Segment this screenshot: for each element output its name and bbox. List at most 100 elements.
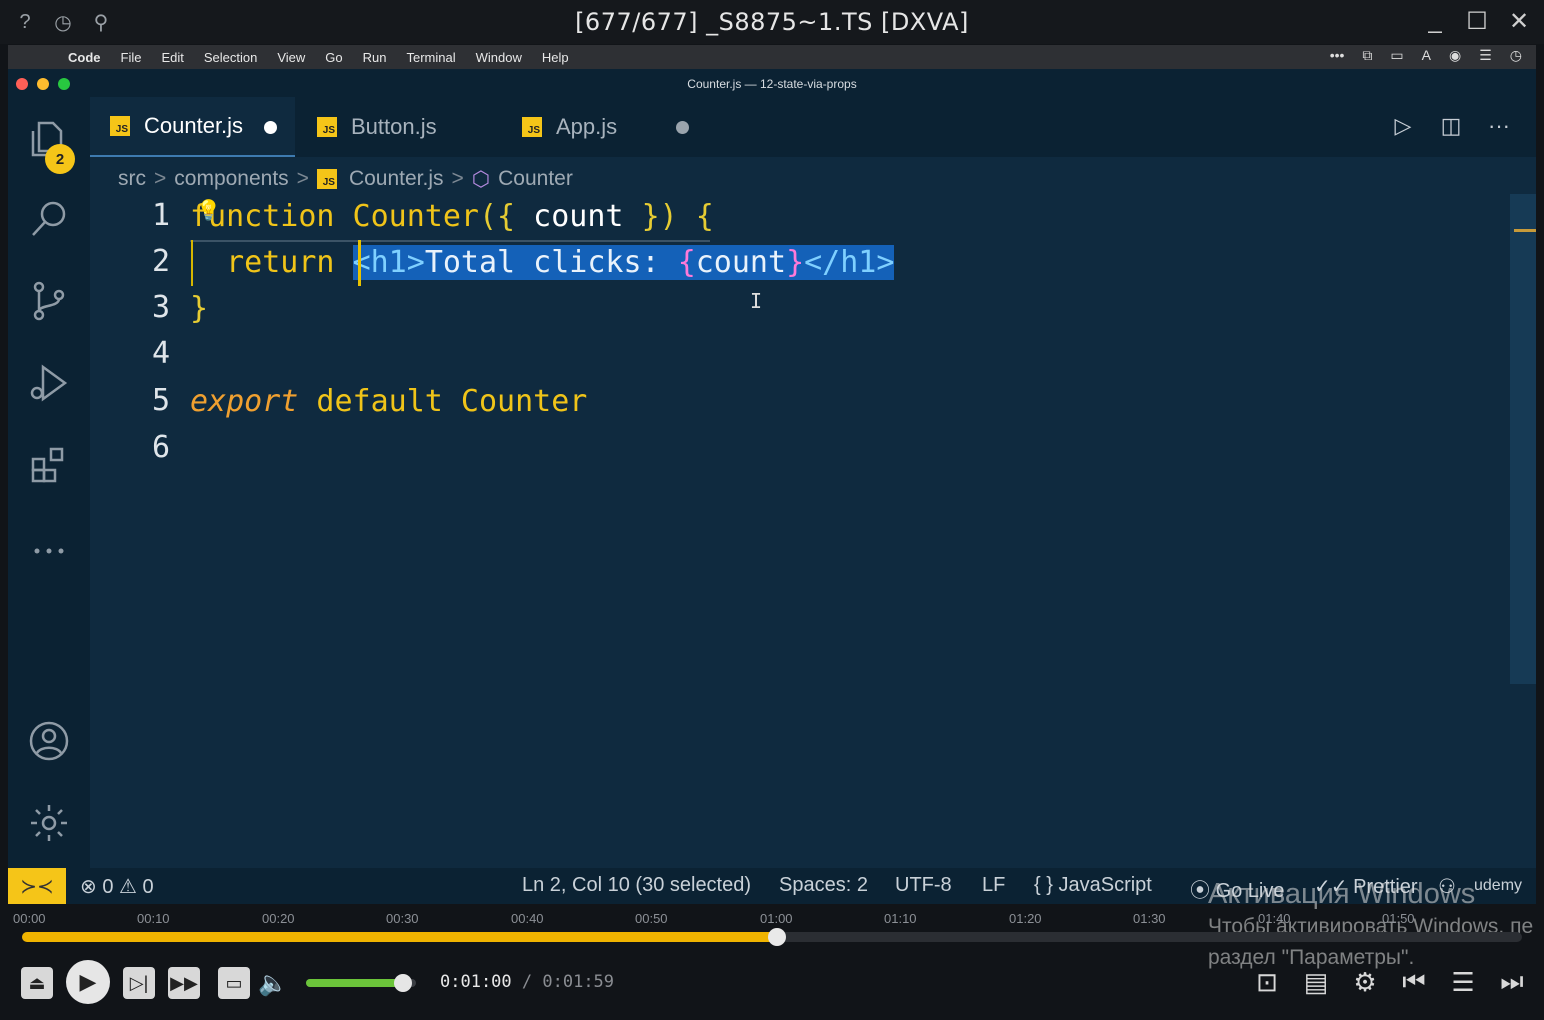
settings-icon[interactable]: ⚙ xyxy=(1347,962,1383,1002)
language-label: JavaScript xyxy=(1058,874,1152,896)
token-keyword: export xyxy=(190,384,299,419)
menu-selection[interactable]: Selection xyxy=(194,50,267,65)
seek-handle[interactable] xyxy=(767,928,786,946)
breadcrumb-file[interactable]: Counter.js xyxy=(349,167,444,191)
run-debug-icon[interactable] xyxy=(25,359,73,407)
token-param: count xyxy=(515,199,642,234)
volume-icon[interactable]: 🔈 xyxy=(257,967,289,999)
indent-setting[interactable]: Spaces: 2 xyxy=(779,874,868,897)
timeline-label: 00:40 xyxy=(511,911,544,926)
run-file-icon[interactable]: ▷ xyxy=(1390,111,1416,141)
user-icon[interactable]: ◉ xyxy=(1449,47,1461,64)
code-line-1: function Counter({ count }) { xyxy=(190,194,714,240)
window-controls: _ ☐ ✕ xyxy=(1422,6,1532,36)
control-center-icon[interactable]: ☰ xyxy=(1479,47,1492,64)
close-icon[interactable]: ✕ xyxy=(1506,6,1532,36)
line-number: 2 xyxy=(151,244,170,279)
search-icon[interactable] xyxy=(25,195,73,243)
breadcrumb-symbol[interactable]: Counter xyxy=(498,167,573,191)
split-editor-icon[interactable]: ◫ xyxy=(1438,111,1464,141)
lightbulb-icon[interactable]: 💡 xyxy=(196,198,221,223)
eol-setting[interactable]: LF xyxy=(982,874,1005,897)
window-title: Counter.js — 12-state-via-props xyxy=(687,77,857,91)
remote-indicator-icon[interactable]: ≻≺ xyxy=(8,868,66,904)
accounts-icon[interactable] xyxy=(25,717,73,765)
tab-label: Button.js xyxy=(351,114,437,139)
subtitles-icon[interactable]: ▭ xyxy=(218,967,250,999)
token-tag: </h1> xyxy=(804,245,895,280)
eject-icon[interactable]: ⏏ xyxy=(21,967,53,999)
frame-step-icon[interactable]: ▷| xyxy=(123,967,155,999)
cursor-position[interactable]: Ln 2, Col 10 (30 selected) xyxy=(522,874,751,897)
tab-app-js[interactable]: JS App.js xyxy=(500,97,705,157)
code-editor[interactable]: function Counter({ count }) { 💡 return <… xyxy=(190,194,1510,868)
activity-bar: 2 xyxy=(8,97,90,868)
battery-icon[interactable]: ▭ xyxy=(1390,47,1403,64)
volume-handle[interactable] xyxy=(393,974,412,992)
encoding-setting[interactable]: UTF-8 xyxy=(895,874,952,897)
code-line-2: return <h1>Total clicks: {count}</h1> xyxy=(190,240,895,286)
screen-record-icon[interactable]: ⧉ xyxy=(1362,47,1372,64)
tab-button-js[interactable]: JS Button.js xyxy=(295,97,500,157)
previous-track-icon[interactable]: ⏮ xyxy=(1396,962,1432,1002)
menu-edit[interactable]: Edit xyxy=(151,50,193,65)
breadcrumb-components[interactable]: components xyxy=(174,167,288,191)
fast-forward-icon[interactable]: ▶▶ xyxy=(168,967,200,999)
line-number: 1 xyxy=(151,198,170,233)
menu-app[interactable]: Code xyxy=(58,50,111,65)
play-button[interactable]: ▶ xyxy=(66,960,110,1004)
keyboard-icon[interactable]: A xyxy=(1422,47,1431,64)
menu-help[interactable]: Help xyxy=(532,50,579,65)
error-icon: ⊗ xyxy=(80,876,97,898)
menu-terminal[interactable]: Terminal xyxy=(397,50,466,65)
timeline-label: 00:50 xyxy=(635,911,668,926)
tab-label: Counter.js xyxy=(144,113,244,138)
seek-progress xyxy=(22,932,777,942)
next-track-icon[interactable]: ⏭ xyxy=(1494,962,1530,1002)
modified-dot-icon[interactable] xyxy=(264,121,277,134)
mac-menubar: Code File Edit Selection View Go Run Ter… xyxy=(8,45,1536,69)
more-icon[interactable]: ··· xyxy=(1486,111,1512,141)
timeline-label: 01:40 xyxy=(1258,911,1291,926)
js-file-icon: JS xyxy=(317,117,337,137)
tab-label: App.js xyxy=(556,114,618,139)
menu-file[interactable]: File xyxy=(111,50,152,65)
warning-count: 0 xyxy=(142,876,154,898)
js-file-icon: JS xyxy=(522,117,542,137)
seek-bar[interactable] xyxy=(22,928,1522,946)
menu-icon[interactable]: ☰ xyxy=(1445,962,1481,1002)
timeline-label: 01:50 xyxy=(1382,911,1415,926)
timeline-label: 00:30 xyxy=(386,911,419,926)
settings-gear-icon[interactable] xyxy=(25,799,73,847)
timeline-labels: 00:00 00:10 00:20 00:30 00:40 00:50 01:0… xyxy=(0,909,1544,929)
clock-tray-icon[interactable]: ◷ xyxy=(1510,47,1522,64)
minimize-icon[interactable]: _ xyxy=(1422,6,1448,36)
screenshot-icon[interactable]: ⊡ xyxy=(1249,962,1285,1002)
extensions-icon[interactable] xyxy=(25,441,73,489)
playlist-film-icon[interactable]: ▤ xyxy=(1298,962,1334,1002)
menubar-tray: ••• ⧉ ▭ A ◉ ☰ ◷ xyxy=(1330,47,1522,64)
modified-dot-icon[interactable] xyxy=(676,121,689,134)
player-right-controls: ⊡ ▤ ⚙ ⏮ ☰ ⏭ xyxy=(1249,962,1530,1002)
braces-icon: { } xyxy=(1034,874,1053,896)
token-brace: { xyxy=(677,199,714,234)
menu-run[interactable]: Run xyxy=(353,50,397,65)
more-actions-icon[interactable] xyxy=(25,527,73,575)
menu-go[interactable]: Go xyxy=(315,50,352,65)
menu-view[interactable]: View xyxy=(267,50,315,65)
timeline-label: 01:20 xyxy=(1009,911,1042,926)
language-mode[interactable]: { } JavaScript xyxy=(1034,874,1152,897)
volume-slider[interactable] xyxy=(306,974,416,992)
minimap-slider[interactable] xyxy=(1510,194,1536,684)
player-titlebar: ? ◷ ⚲ [677/677] _S8875~1.TS [DXVA] _ ☐ ✕ xyxy=(0,0,1544,44)
more-icon[interactable]: ••• xyxy=(1330,47,1345,64)
breadcrumb-src[interactable]: src xyxy=(118,167,146,191)
tab-counter-js[interactable]: JS Counter.js xyxy=(90,97,295,157)
line-number: 3 xyxy=(151,290,170,325)
maximize-icon[interactable]: ☐ xyxy=(1464,6,1490,36)
menu-window[interactable]: Window xyxy=(466,50,532,65)
problems-indicator[interactable]: ⊗ 0 ⚠ 0 xyxy=(80,874,154,899)
token-brace: } xyxy=(786,245,805,280)
source-control-icon[interactable] xyxy=(25,277,73,325)
